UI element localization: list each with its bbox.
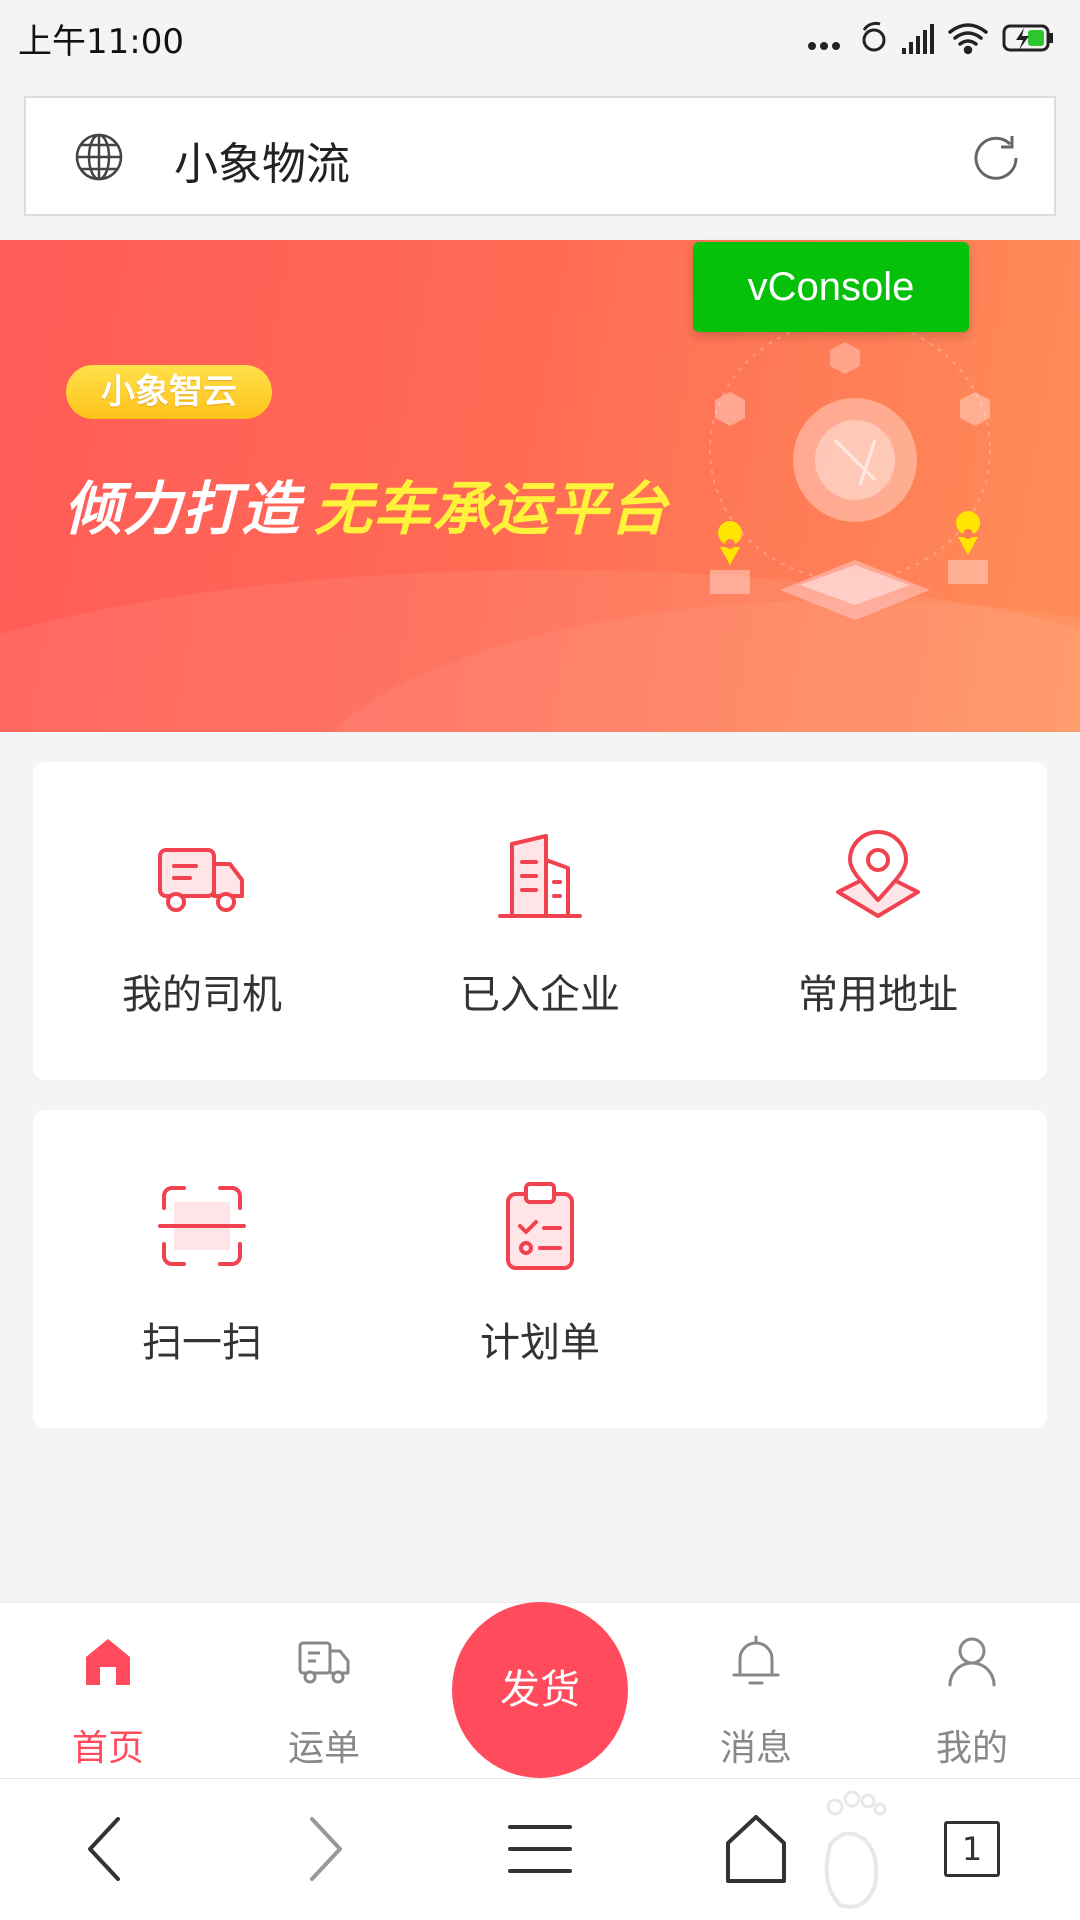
platform-illustration-icon [709,319,991,620]
grid-label: 计划单 [480,1320,600,1366]
reload-icon[interactable] [966,128,1026,188]
browser-nav-bar: 1 [0,1778,1080,1920]
banner-headline: 倾力打造 无车承运平台 [64,462,668,546]
grid-label: 常用地址 [798,972,958,1018]
grid-label: 已入企业 [460,972,620,1018]
scan-button[interactable]: 扫一扫 [33,1110,371,1428]
tab-waybill[interactable]: 运单 [216,1603,432,1779]
globe-icon [75,133,123,181]
tools-card: 扫一扫 计划单 [33,1110,1047,1428]
vconsole-button[interactable]: vConsole [693,242,969,332]
wifi-icon [948,23,988,55]
back-icon[interactable] [66,1809,146,1889]
status-icons [792,18,1062,58]
footprint-icon [824,1790,887,1909]
banner-badge: 小象智云 [66,365,272,419]
location-pin-icon [836,830,920,918]
building-icon [498,834,582,918]
cast-icon [862,21,886,52]
tab-label: 首页 [71,1728,144,1769]
address-bar[interactable]: 小象物流 [24,96,1056,216]
grid-label: 扫一扫 [142,1320,262,1366]
tab-label: 消息 [719,1728,792,1769]
page-title: 小象物流 [174,139,350,190]
more-dots-icon [808,42,840,50]
grid-label: 我的司机 [122,972,282,1018]
forward-icon[interactable] [284,1809,364,1889]
home-icon [86,1639,130,1685]
user-icon [948,1637,996,1687]
status-time: 上午11:00 [18,22,184,62]
plan-order-button[interactable]: 计划单 [371,1110,709,1428]
bell-icon [732,1635,780,1685]
clipboard-icon [506,1182,574,1270]
joined-companies-button[interactable]: 已入企业 [371,762,709,1080]
tab-count-button[interactable]: 1 [944,1821,1000,1877]
signal-icon [902,24,934,54]
ship-goods-button[interactable]: 发货 [452,1602,628,1778]
home-icon[interactable] [716,1809,796,1889]
banner-headline-yellow: 无车承运平台 [314,475,669,543]
tab-home[interactable]: 首页 [0,1603,216,1779]
scan-icon [158,1186,246,1266]
truck-icon [298,1641,350,1684]
truck-icon [158,848,244,912]
tab-profile[interactable]: 我的 [864,1603,1080,1779]
tab-messages[interactable]: 消息 [648,1603,864,1779]
my-drivers-button[interactable]: 我的司机 [33,762,371,1080]
quick-actions-card: 我的司机 已入企业 常用地址 [33,762,1047,1080]
tab-label: 运单 [287,1728,360,1769]
common-addresses-button[interactable]: 常用地址 [709,762,1047,1080]
battery-icon [1002,24,1053,52]
status-bar: 上午11:00 [0,0,1080,78]
menu-icon[interactable] [500,1809,580,1889]
banner-headline-white: 倾力打造 [64,475,301,543]
tab-label: 我的 [935,1728,1008,1769]
